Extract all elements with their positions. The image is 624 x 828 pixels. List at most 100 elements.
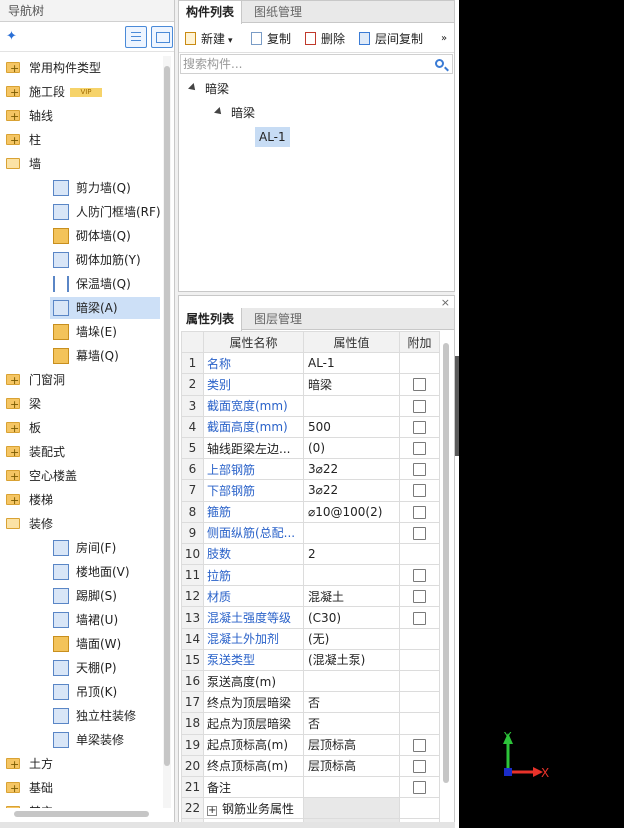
property-value[interactable]: 否	[303, 691, 400, 714]
property-value[interactable]: ⌀10@100(2)	[303, 500, 400, 523]
table-row[interactable]: 2 类别 暗梁	[181, 373, 440, 396]
extra-checkbox[interactable]	[413, 569, 426, 583]
table-row[interactable]: 11 拉筋	[181, 564, 440, 587]
table-row[interactable]: 9 侧面纵筋(总配...	[181, 521, 440, 544]
drawing-viewport[interactable]: Y X	[459, 0, 624, 828]
folder-open-icon[interactable]	[6, 518, 20, 529]
table-row[interactable]: 10 肢数 2	[181, 542, 440, 566]
nav-item[interactable]: 基础	[0, 776, 162, 801]
nav-item[interactable]: 剪力墙(Q)	[0, 176, 162, 200]
nav-item[interactable]: 楼地面(V)	[0, 560, 162, 584]
list-view-icon[interactable]	[125, 26, 147, 48]
scroll-thumb[interactable]	[443, 343, 449, 783]
property-value[interactable]	[303, 669, 400, 693]
folder-closed-icon[interactable]	[6, 57, 20, 81]
table-row[interactable]: 4 截面高度(mm) 500	[181, 415, 440, 438]
folder-closed-icon[interactable]	[6, 417, 20, 441]
search-input[interactable]	[181, 55, 421, 73]
nav-item[interactable]: 踢脚(S)	[0, 584, 162, 608]
property-value[interactable]: (C30)	[303, 606, 400, 629]
extra-checkbox[interactable]	[413, 781, 426, 795]
extra-checkbox[interactable]	[413, 442, 426, 456]
table-row[interactable]: 17 终点为顶层暗梁否	[181, 691, 440, 714]
table-row[interactable]: 7 下部钢筋 3⌀22	[181, 479, 440, 502]
nav-item[interactable]: 空心楼盖	[0, 464, 162, 489]
property-value[interactable]: AL-1	[303, 352, 400, 375]
nav-item[interactable]: 独立柱装修	[0, 704, 162, 728]
property-value[interactable]: 500	[303, 415, 400, 438]
extra-checkbox[interactable]	[413, 526, 426, 540]
nav-item[interactable]: 人防门框墙(RF)	[0, 200, 162, 224]
expand-triangle-icon[interactable]	[188, 83, 198, 93]
property-value[interactable]	[303, 521, 400, 544]
nav-item[interactable]: 砌体加筋(Y)	[0, 248, 162, 272]
property-value[interactable]: 层顶标高	[303, 733, 400, 756]
tree-node-child[interactable]: 暗梁	[214, 103, 255, 123]
table-row[interactable]: 3 截面宽度(mm)	[181, 394, 440, 417]
property-value[interactable]: (0)	[303, 436, 400, 460]
expand-triangle-icon[interactable]	[214, 107, 224, 117]
extra-checkbox[interactable]	[413, 611, 426, 625]
scroll-thumb[interactable]	[14, 811, 149, 817]
property-value[interactable]: 混凝土	[303, 585, 400, 608]
folder-closed-icon[interactable]	[6, 369, 20, 393]
property-value[interactable]	[303, 797, 400, 820]
nav-item[interactable]: 其它	[0, 800, 162, 808]
table-row[interactable]: 16 泵送高度(m)	[181, 669, 440, 693]
folder-closed-icon[interactable]	[6, 129, 20, 153]
nav-vertical-scrollbar[interactable]	[163, 56, 171, 808]
copy-button[interactable]: 复制	[251, 31, 291, 47]
tree-node-leaf[interactable]: AL-1	[255, 127, 290, 147]
nav-item[interactable]: 保温墙(Q)	[0, 272, 162, 296]
extra-checkbox[interactable]	[413, 378, 426, 392]
folder-closed-icon[interactable]	[6, 801, 20, 808]
extra-checkbox[interactable]	[413, 463, 426, 477]
nav-item[interactable]: 天棚(P)	[0, 656, 162, 680]
toolbar-overflow-button[interactable]: »	[441, 31, 447, 47]
nav-item[interactable]: 常用构件类型	[0, 56, 162, 81]
search-icon[interactable]	[435, 59, 444, 68]
nav-item[interactable]: 土方	[0, 752, 162, 777]
nav-item[interactable]: 幕墙(Q)	[0, 344, 162, 368]
property-value[interactable]	[303, 775, 400, 799]
nav-item[interactable]: 板	[0, 416, 162, 441]
extra-checkbox[interactable]	[413, 590, 426, 604]
nav-item[interactable]: 房间(F)	[0, 536, 162, 560]
tree-node-root[interactable]: 暗梁	[188, 79, 229, 99]
nav-item[interactable]: 砌体墙(Q)	[0, 224, 162, 248]
nav-item[interactable]: 吊顶(K)	[0, 680, 162, 704]
property-value[interactable]	[303, 564, 400, 587]
nav-item[interactable]: 墙裙(U)	[0, 608, 162, 632]
table-row[interactable]: 18 起点为顶层暗梁否	[181, 712, 440, 735]
nav-item[interactable]: 楼梯	[0, 488, 162, 513]
extra-checkbox[interactable]	[413, 484, 426, 498]
property-value[interactable]: 3⌀22	[303, 458, 400, 481]
folder-closed-icon[interactable]	[6, 777, 20, 801]
folder-closed-icon[interactable]	[6, 105, 20, 129]
nav-item[interactable]: 梁	[0, 392, 162, 417]
extra-checkbox[interactable]	[413, 738, 426, 752]
nav-item[interactable]: 柱	[0, 128, 162, 153]
property-value[interactable]	[303, 394, 400, 417]
property-value[interactable]: 层顶标高	[303, 754, 400, 777]
table-row[interactable]: 13 混凝土强度等级 (C30)	[181, 606, 440, 629]
property-value[interactable]: 否	[303, 712, 400, 735]
tab-drawing-manage[interactable]: 图纸管理	[247, 1, 309, 23]
folder-closed-icon[interactable]	[6, 465, 20, 489]
property-value[interactable]: 2	[303, 542, 400, 566]
extra-checkbox[interactable]	[413, 420, 426, 434]
nav-item[interactable]: 墙垛(E)	[0, 320, 162, 344]
table-row[interactable]: 20 终点顶标高(m) 层顶标高	[181, 754, 440, 777]
property-value[interactable]: 暗梁	[303, 373, 400, 396]
table-row[interactable]: 8 箍筋 ⌀10@100(2)	[181, 500, 440, 523]
floor-copy-button[interactable]: 层间复制	[359, 31, 423, 47]
table-row[interactable]: 22 + 钢筋业务属性	[181, 797, 440, 820]
folder-closed-icon[interactable]	[6, 753, 20, 777]
folder-closed-icon[interactable]	[6, 393, 20, 417]
folder-open-icon[interactable]	[6, 158, 20, 169]
table-row[interactable]: 21 备注	[181, 775, 440, 799]
nav-item[interactable]: 墙面(W)	[0, 632, 162, 656]
delete-button[interactable]: 删除	[305, 31, 345, 47]
nav-item[interactable]: 墙	[0, 152, 162, 176]
nav-item[interactable]: 施工段 VIP	[0, 80, 162, 105]
